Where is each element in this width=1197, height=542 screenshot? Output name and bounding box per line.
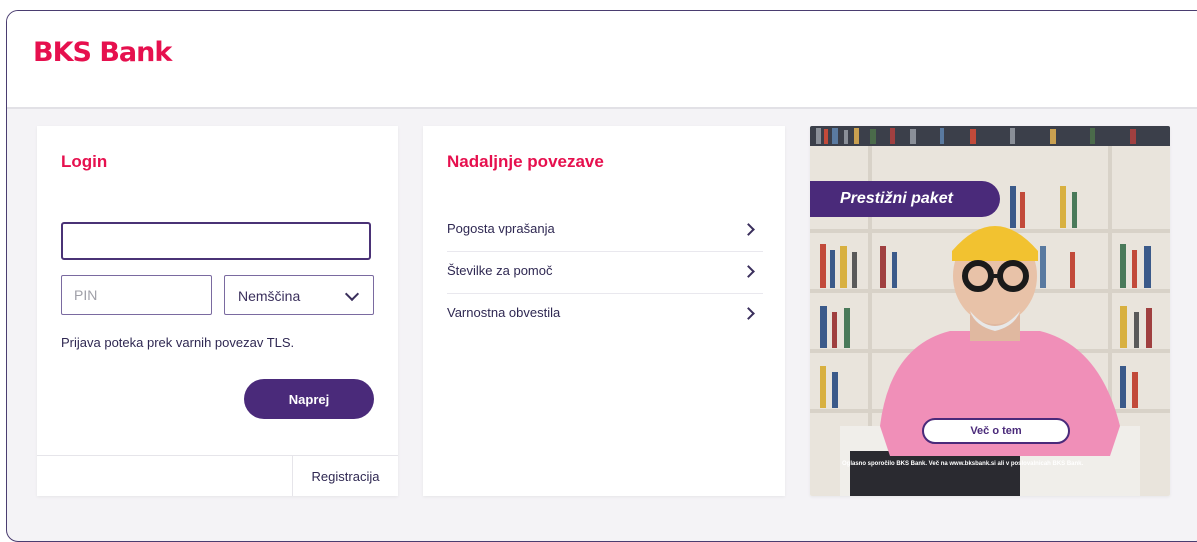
promo-badge: Prestižni paket [810,181,1000,217]
chevron-right-icon [742,265,755,278]
tls-note: Prijava poteka prek varnih povezav TLS. [61,335,295,350]
bks-bank-logo[interactable]: BKS Bank [33,37,172,68]
chevron-right-icon [742,223,755,236]
language-select-value: Nemščina [238,288,301,304]
pin-input[interactable] [61,275,212,315]
link-list: Pogosta vprašanja Številke za pomoč Varn… [447,210,763,335]
chevron-right-icon [742,307,755,320]
login-card: Login Nemščina Prijava poteka prek varni… [37,126,398,496]
registration-link[interactable]: Registracija [293,456,398,496]
link-security-notices[interactable]: Varnostna obvestila [447,294,763,335]
links-card: Nadaljnje povezave Pogosta vprašanja Šte… [423,126,785,496]
link-label: Varnostna obvestila [447,305,561,320]
username-input[interactable] [61,222,371,260]
next-button[interactable]: Naprej [244,379,374,419]
language-select[interactable]: Nemščina [224,275,374,315]
page-frame: BKS Bank Login Nemščina Prijava poteka p… [6,10,1197,542]
link-faq[interactable]: Pogosta vprašanja [447,210,763,252]
more-info-button[interactable]: Več o tem [922,418,1070,444]
promo-fine-print: Oglasno sporočilo BKS Bank. Več na www.b… [842,461,1084,467]
header: BKS Bank [7,11,1197,109]
link-help-numbers[interactable]: Številke za pomoč [447,252,763,294]
promo-banner[interactable]: Prestižni paket Več o tem Oglasno sporoč… [810,126,1170,496]
link-label: Številke za pomoč [447,263,553,278]
link-label: Pogosta vprašanja [447,221,555,236]
login-title: Login [61,152,108,171]
chevron-down-icon [344,286,360,302]
login-footer: Registracija [37,455,398,496]
links-title: Nadaljnje povezave [447,152,604,171]
